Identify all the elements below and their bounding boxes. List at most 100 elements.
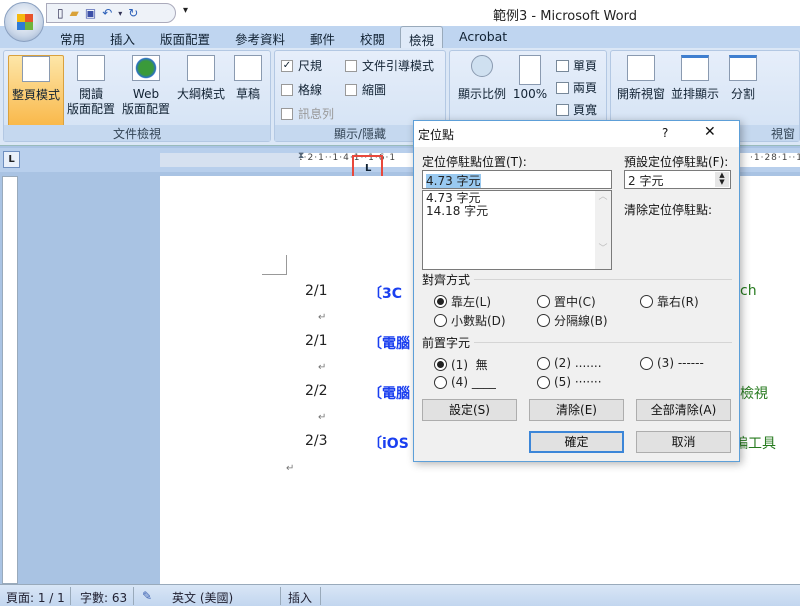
vertical-ruler[interactable] xyxy=(2,176,18,584)
scrollbar[interactable]: ︿ ﹀ xyxy=(595,191,611,269)
paragraph-mark: ↵ xyxy=(318,362,327,373)
ruler-checkbox[interactable]: ✓ 尺規 xyxy=(281,57,322,74)
tab-stop-label: 定位停駐點位置(T): xyxy=(422,155,527,169)
tab-acrobat[interactable]: Acrobat xyxy=(459,29,507,44)
help-button[interactable]: ? xyxy=(662,126,668,140)
row-date: 2/1 xyxy=(305,333,328,349)
window-title: 範例3 - Microsoft Word xyxy=(493,9,637,24)
leader-dots-radio[interactable]: (2) ....... xyxy=(537,356,602,370)
print-layout-button[interactable]: 整頁模式 xyxy=(8,55,64,127)
language[interactable]: 英文 (美國) xyxy=(172,589,233,606)
align-left-radio[interactable]: 靠左(L) xyxy=(434,293,491,310)
close-button[interactable]: ✕ xyxy=(704,124,716,140)
clear-all-button[interactable]: 全部清除(A) xyxy=(636,399,731,421)
leader-underline-radio[interactable]: (4) ____ xyxy=(434,375,496,389)
tab-stop-list[interactable]: 4.73 字元 14.18 字元 ︿ ﹀ xyxy=(422,190,612,270)
ribbon-tabs: 常用 插入 版面配置 參考資料 郵件 校閱 檢視 Acrobat xyxy=(0,26,800,48)
draft-icon xyxy=(234,55,262,81)
split-icon xyxy=(729,55,757,81)
tab-insert[interactable]: 插入 xyxy=(110,29,135,48)
thumbnails-checkbox[interactable]: 縮圖 xyxy=(345,81,386,98)
gridlines-checkbox[interactable]: 格線 xyxy=(281,81,322,98)
clear-button[interactable]: 清除(E) xyxy=(529,399,624,421)
leader-none-radio[interactable]: (1) 無 xyxy=(434,356,488,373)
tab-references[interactable]: 參考資料 xyxy=(235,29,285,48)
tab-layout[interactable]: 版面配置 xyxy=(160,29,210,48)
web-layout-button[interactable]: Web 版面配置 xyxy=(117,55,175,117)
tab-view[interactable]: 檢視 xyxy=(400,26,444,48)
message-bar-checkbox: 訊息列 xyxy=(281,105,334,122)
clear-tab-label: 清除定位停駐點: xyxy=(624,203,713,217)
row-title: 〔iOS xyxy=(368,436,409,452)
book-icon xyxy=(77,55,105,81)
row-date: 2/3 xyxy=(305,433,328,449)
list-item[interactable]: 14.18 字元 xyxy=(426,205,608,218)
leader-dashes-radio[interactable]: (3) ------ xyxy=(640,356,704,370)
default-tab-spinner[interactable]: 2 字元 ▲ ▼ xyxy=(624,170,731,189)
two-pages-button[interactable]: 兩頁 xyxy=(556,79,597,96)
tab-stop-input[interactable]: 4.73 字元 xyxy=(422,170,612,189)
page-width-icon xyxy=(556,103,569,116)
tab-home[interactable]: 常用 xyxy=(60,29,85,48)
tab-selector-left-tab-icon[interactable]: L xyxy=(3,151,20,168)
zoom-button[interactable]: 顯示比例 xyxy=(454,55,510,102)
one-page-icon xyxy=(556,59,569,72)
align-bar-radio[interactable]: 分隔線(B) xyxy=(537,312,608,329)
divider xyxy=(474,342,732,343)
magnifier-icon xyxy=(471,55,493,77)
align-right-radio[interactable]: 靠右(R) xyxy=(640,293,699,310)
insert-mode[interactable]: 插入 xyxy=(288,589,312,606)
office-logo-icon xyxy=(17,14,33,30)
page-100-icon xyxy=(519,55,541,85)
ok-button[interactable]: 確定 xyxy=(529,431,624,453)
reading-layout-button[interactable]: 閱讀 版面配置 xyxy=(62,55,120,117)
group-document-views: 整頁模式 閱讀 版面配置 Web 版面配置 大綱模式 草稿 文件檢視 xyxy=(3,50,271,142)
set-button[interactable]: 設定(S) xyxy=(422,399,517,421)
dialog-title: 定位點 xyxy=(418,128,455,142)
spinner-arrows-icon: ▲ ▼ xyxy=(715,172,729,187)
outline-icon xyxy=(187,55,215,81)
globe-icon xyxy=(132,55,160,81)
paragraph-mark: ↵ xyxy=(286,463,295,474)
dialog-title-bar: 定位點 ? ✕ xyxy=(414,121,739,147)
page-width-button[interactable]: 頁寬 xyxy=(556,101,597,118)
align-decimal-radio[interactable]: 小數點(D) xyxy=(434,312,506,329)
row-title: 〔電腦 xyxy=(368,336,410,352)
arrange-icon xyxy=(681,55,709,81)
tab-review[interactable]: 校閱 xyxy=(360,29,385,48)
row-trailing: 檢視 xyxy=(740,386,768,402)
tabs-dialog: 定位點 ? ✕ 定位停駐點位置(T): 4.73 字元 4.73 字元 14.1… xyxy=(413,120,740,462)
row-title: 〔電腦 xyxy=(368,386,410,402)
page-count[interactable]: 頁面: 1 / 1 xyxy=(6,589,65,606)
margin-corner xyxy=(262,255,287,275)
row-trailing: ch xyxy=(740,283,757,299)
leader-middle-dots-radio[interactable]: (5) ······· xyxy=(537,375,602,389)
proofing-icon[interactable]: ✎ xyxy=(142,589,152,603)
leader-label: 前置字元 xyxy=(422,336,471,350)
word-count[interactable]: 字數: 63 xyxy=(80,589,127,606)
arrange-all-button[interactable]: 並排顯示 xyxy=(667,55,723,102)
align-center-radio[interactable]: 置中(C) xyxy=(537,293,596,310)
one-page-button[interactable]: 單頁 xyxy=(556,57,597,74)
row-date: 2/1 xyxy=(305,283,328,299)
two-pages-icon xyxy=(556,81,569,94)
tab-mailings[interactable]: 郵件 xyxy=(310,29,335,48)
indent-marker-icon[interactable]: ⧗ xyxy=(298,151,304,161)
new-window-button[interactable]: 開新視窗 xyxy=(613,55,669,102)
alignment-label: 對齊方式 xyxy=(422,273,471,287)
draft-button[interactable]: 草稿 xyxy=(230,55,266,102)
divider xyxy=(474,279,732,280)
print-layout-icon xyxy=(22,56,50,82)
paragraph-mark: ↵ xyxy=(318,312,327,323)
paragraph-mark: ↵ xyxy=(318,412,327,423)
cancel-button[interactable]: 取消 xyxy=(636,431,731,453)
row-date: 2/2 xyxy=(305,383,328,399)
new-window-icon xyxy=(627,55,655,81)
default-tab-label: 預設定位停駐點(F): xyxy=(624,155,729,169)
office-button[interactable] xyxy=(4,2,44,42)
outline-button[interactable]: 大綱模式 xyxy=(174,55,228,102)
ruler-margin xyxy=(160,153,300,167)
document-map-checkbox[interactable]: 文件引導模式 xyxy=(345,57,434,74)
split-button[interactable]: 分割 xyxy=(725,55,761,102)
zoom-100-button[interactable]: 100% xyxy=(510,55,550,102)
